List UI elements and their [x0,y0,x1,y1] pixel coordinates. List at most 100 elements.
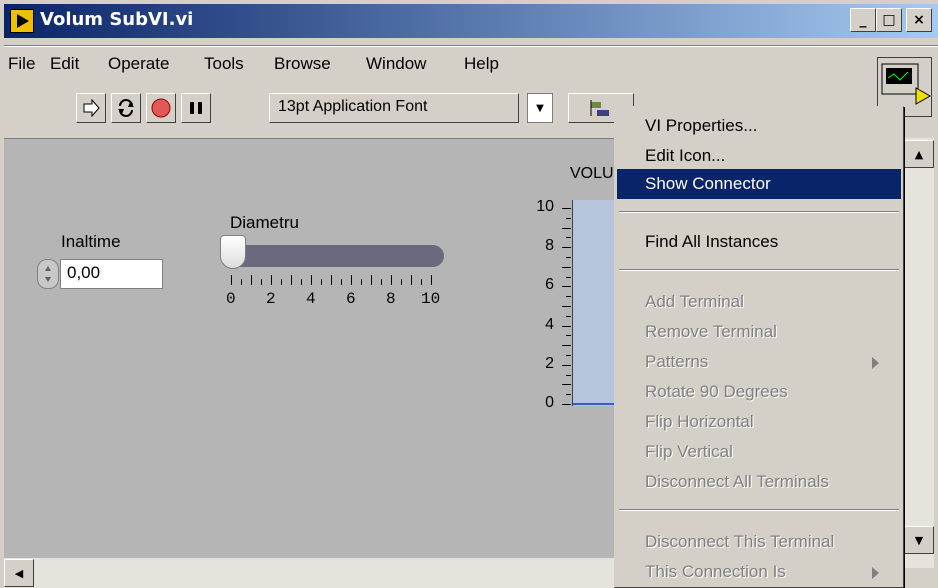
chart-y-tick-label: 10 [536,198,554,215]
chart-title: VOLU [570,165,614,182]
menu-item-add-terminal[interactable]: Add Terminal [617,287,901,317]
chart-y-tick [566,276,571,278]
menu-item-flip-vertical[interactable]: Flip Vertical [617,437,901,467]
chart-y-tick [566,257,571,258]
menu-window[interactable]: Window [366,54,426,74]
scroll-down-button[interactable]: ▼ [904,526,934,554]
slider-tick-label: 2 [266,290,276,308]
connection-label: This Connection Is [645,562,786,581]
slider-tick-label: 10 [421,290,441,308]
window-title: Volum SubVI.vi [40,9,194,30]
slider-tick [411,275,412,285]
chart-y-tick [562,247,571,249]
chart-y-tick [562,286,571,288]
text-settings-dropdown[interactable]: 13pt Application Font [269,93,519,123]
patterns-label: Patterns [645,352,709,371]
vi-app-icon[interactable] [10,9,34,33]
slider-tick [381,279,382,285]
slider-tick [291,275,292,285]
vertical-scrollbar[interactable]: ▲ ▼ [904,138,934,568]
menu-item-show-connector[interactable]: Show Connector [617,169,901,199]
slider-tick [361,279,362,285]
run-continuously-icon [118,99,134,117]
slider-tick-label: 0 [226,290,236,308]
menu-browse[interactable]: Browse [274,54,331,74]
menu-edit[interactable]: Edit [50,54,79,74]
chart-y-tick [562,266,571,268]
minimize-icon: _ [859,12,867,28]
slider-tick-label: 8 [386,290,396,308]
close-button[interactable]: × [906,8,932,32]
run-arrow-icon [83,98,100,118]
slider-tick [371,275,372,285]
menu-item-rotate-90[interactable]: Rotate 90 Degrees [617,377,901,407]
chart-y-tick [562,227,571,229]
abort-button[interactable] [146,93,176,123]
chart-y-tick [566,374,571,376]
slider-tick-label: 4 [306,290,316,308]
diametru-label: Diametru [230,213,299,232]
diametru-slider-track[interactable] [224,245,444,267]
run-continuously-button[interactable] [111,93,141,123]
text-settings-arrow[interactable]: ▼ [527,93,553,123]
down-arrow-icon: ▼ [914,533,924,547]
chart-y-tick-label: 4 [545,315,554,333]
menu-file[interactable]: File [8,54,35,74]
inaltime-stepper[interactable] [37,259,59,289]
chart-y-tick-label: 8 [545,237,554,255]
maximize-icon: □ [882,12,896,28]
chart-y-tick [562,306,571,307]
chevron-down-icon: ▼ [536,102,544,114]
diametru-slider-knob[interactable] [220,235,246,269]
close-icon: × [913,12,925,28]
menu-tools[interactable]: Tools [204,54,244,74]
chart-y-tick [566,335,571,337]
slider-tick [401,279,402,285]
chart-y-tick [566,217,571,219]
run-button[interactable] [76,93,106,123]
scroll-left-button[interactable]: ◀ [4,559,34,587]
chart-y-tick [566,296,571,298]
menu-operate[interactable]: Operate [108,54,169,74]
chart-y-tick-label: 2 [545,354,554,372]
submenu-arrow-icon [872,567,879,579]
menu-item-patterns[interactable]: Patterns [617,347,901,377]
labview-window: Volum SubVI.vi _ □ × File Edit Operate T… [0,0,938,588]
menu-item-this-connection-is[interactable]: This Connection Is [617,557,901,587]
menu-item-disconnect-all[interactable]: Disconnect All Terminals [617,467,901,497]
pause-icon [190,102,202,114]
slider-tick [301,279,302,285]
menu-item-disconnect-this[interactable]: Disconnect This Terminal [617,527,901,557]
chart-y-tick [562,325,571,327]
menu-help[interactable]: Help [464,54,499,74]
chart-y-tick-label: 6 [545,276,554,294]
slider-tick [421,279,422,285]
menu-item-edit-icon[interactable]: Edit Icon... [617,141,901,171]
icon-context-menu: VI Properties... Edit Icon... Show Conne… [614,106,904,588]
chart-y-tick [566,394,571,396]
menu-item-flip-horizontal[interactable]: Flip Horizontal [617,407,901,437]
slider-tick [271,275,272,285]
chart-y-tick [562,384,571,386]
scroll-up-button[interactable]: ▲ [904,140,934,168]
stop-icon [151,98,171,118]
menu-item-remove-terminal[interactable]: Remove Terminal [617,317,901,347]
slider-tick [391,275,392,285]
chart-y-tick [562,404,571,405]
minimize-button[interactable]: _ [850,8,876,32]
chart-y-tick [562,345,571,347]
menu-item-find-all-instances[interactable]: Find All Instances [617,227,901,257]
chart-y-tick [562,364,571,366]
slider-tick [431,275,432,285]
slider-tick [231,275,232,285]
stepper-arrows-icon [45,266,51,282]
menu-separator [619,509,899,511]
pause-button[interactable] [181,93,211,123]
slider-tick [351,275,352,285]
maximize-button[interactable]: □ [876,8,902,32]
chart-y-tick [566,237,571,239]
chart-y-tick [566,315,571,317]
menu-item-vi-properties[interactable]: VI Properties... [617,111,901,141]
title-bar[interactable]: Volum SubVI.vi _ □ × [4,4,938,38]
inaltime-input[interactable]: 0,00 [60,259,163,289]
